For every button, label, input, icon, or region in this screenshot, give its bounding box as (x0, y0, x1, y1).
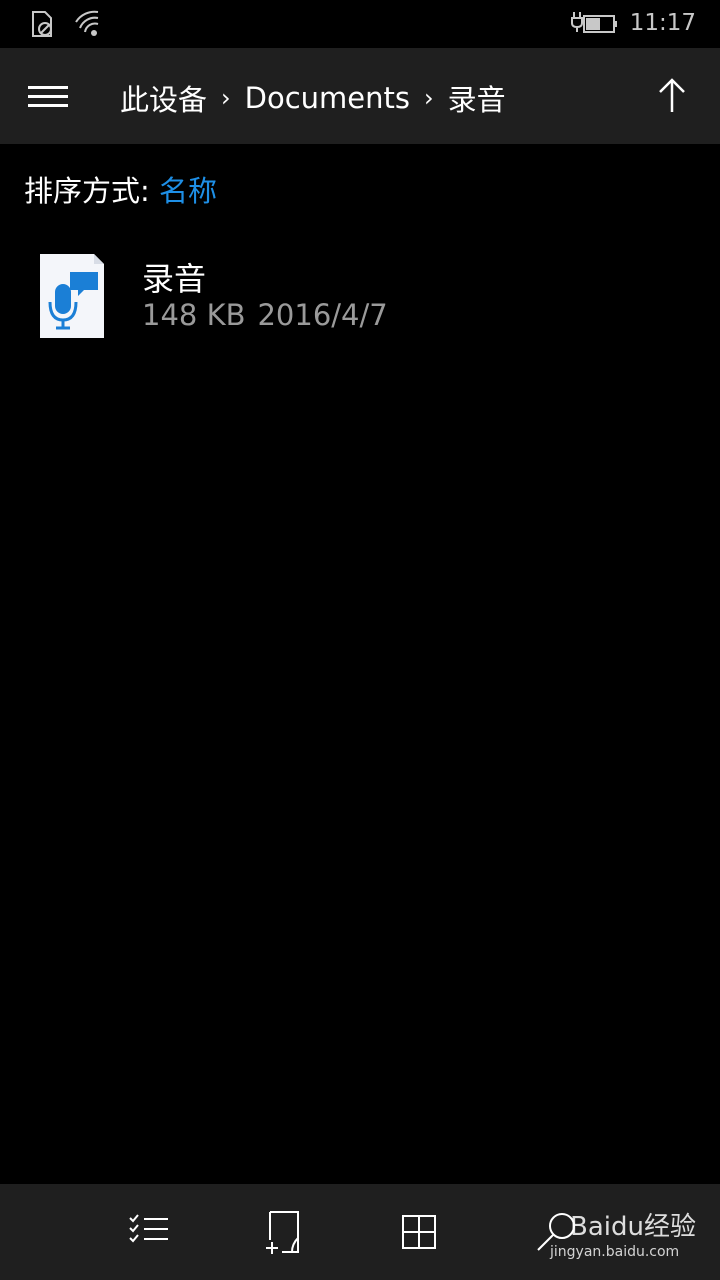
hamburger-icon[interactable] (24, 78, 72, 114)
list-item[interactable]: 录音 148 KB 2016/4/7 (24, 244, 696, 348)
status-time: 11:17 (629, 10, 696, 36)
battery-charging-icon (571, 12, 617, 33)
file-size: 148 KB (142, 298, 246, 332)
wifi-icon (75, 10, 99, 36)
status-bar: 11:17 (0, 0, 720, 48)
watermark: Baidu经验 jingyan.baidu.com (530, 1196, 696, 1272)
breadcrumb-separator: › (423, 84, 434, 112)
select-icon[interactable] (124, 1208, 172, 1256)
header: 此设备 › Documents › 录音 (0, 48, 720, 144)
sort-value[interactable]: 名称 (159, 174, 217, 208)
view-tiles-icon[interactable] (396, 1208, 444, 1256)
no-sim-icon (32, 11, 52, 37)
watermark-logo: Baidu经验 (570, 1212, 696, 1242)
file-name: 录音 (142, 260, 207, 298)
sort-label: 排序方式: (24, 174, 159, 208)
new-folder-icon[interactable] (262, 1208, 310, 1256)
breadcrumb-item-documents[interactable]: Documents (245, 81, 410, 115)
breadcrumb-separator: › (221, 84, 231, 112)
arrow-up-icon[interactable] (652, 76, 692, 116)
voice-recording-file-icon (40, 254, 104, 338)
app-bar: Baidu经验 jingyan.baidu.com (0, 1184, 720, 1280)
file-meta: 148 KB 2016/4/7 (142, 298, 388, 332)
breadcrumb: 此设备 › Documents › 录音 (120, 78, 506, 118)
breadcrumb-item-this-device[interactable]: 此设备 (120, 77, 207, 119)
sort-row: 排序方式: 名称 (24, 168, 217, 210)
breadcrumb-item-recordings[interactable]: 录音 (448, 77, 506, 119)
watermark-url: jingyan.baidu.com (550, 1244, 680, 1260)
file-date: 2016/4/7 (257, 298, 388, 332)
